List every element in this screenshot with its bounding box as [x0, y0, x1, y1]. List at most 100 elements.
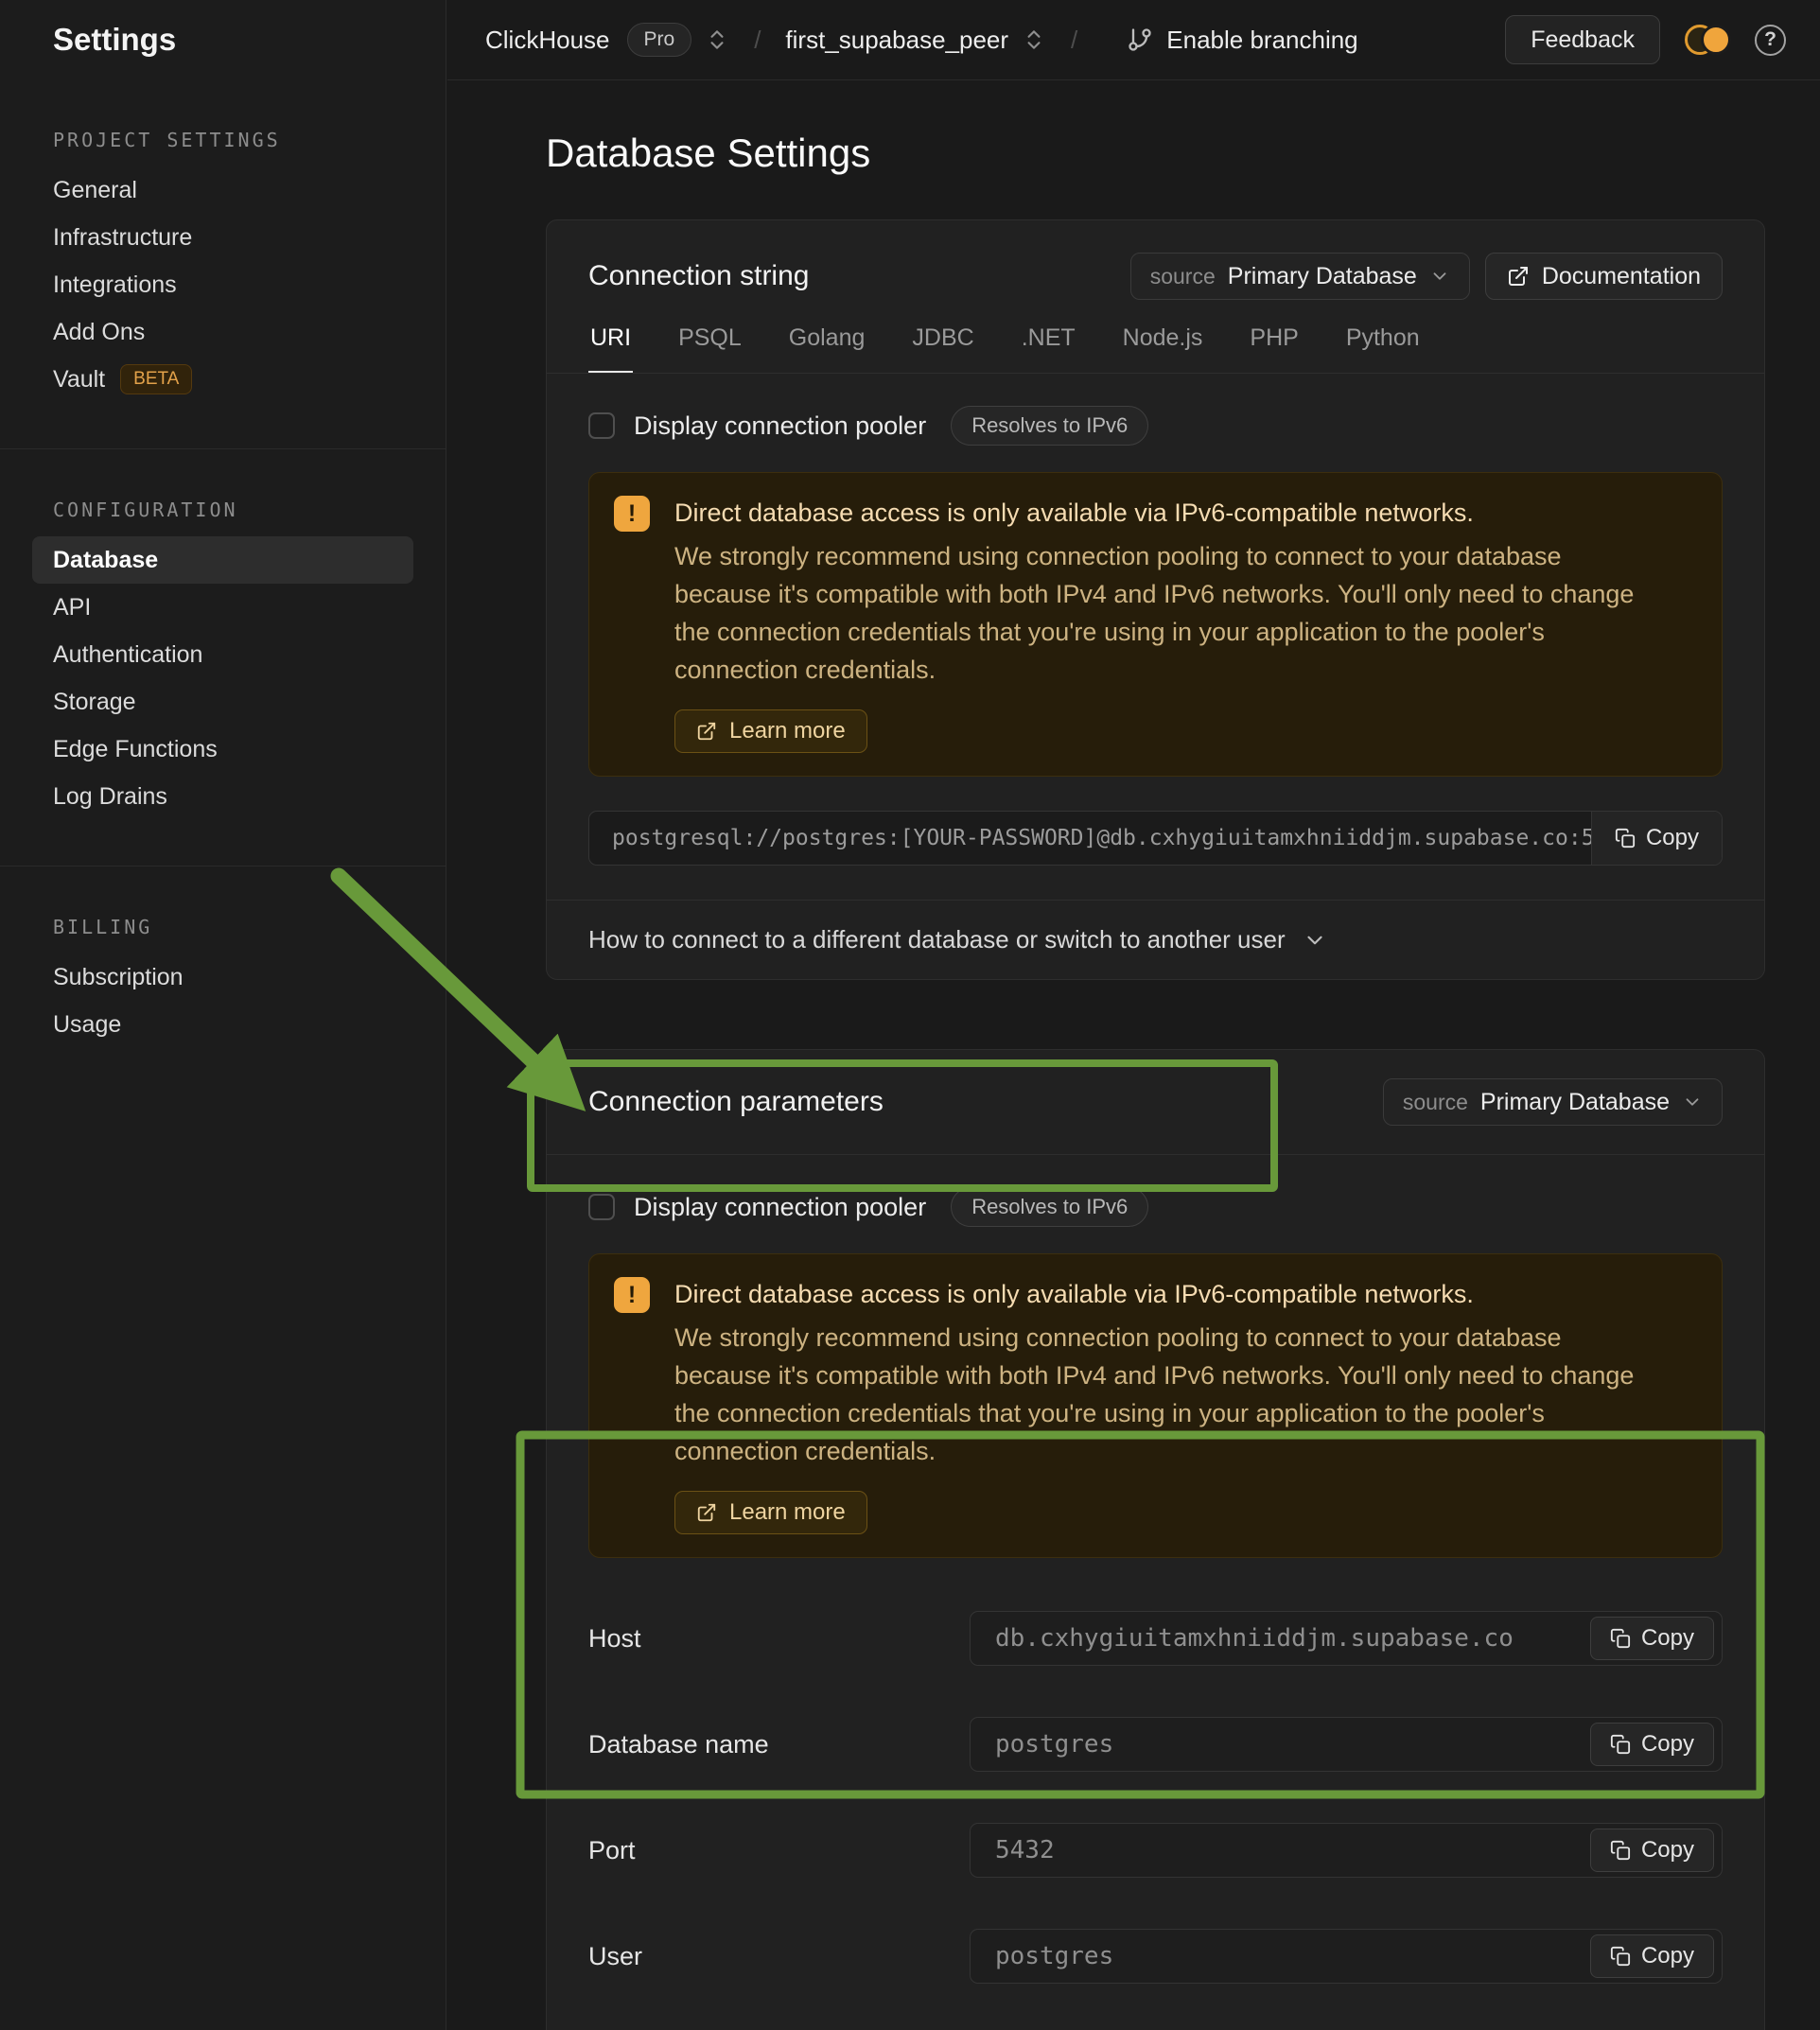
learn-more-label: Learn more: [729, 718, 846, 744]
sidebar-item-subscription[interactable]: Subscription: [32, 954, 413, 1001]
feedback-button[interactable]: Feedback: [1505, 15, 1660, 64]
project-breadcrumb[interactable]: first_supabase_peer: [785, 26, 1008, 55]
tab-dotnet[interactable]: .NET: [1020, 324, 1077, 373]
source-label: source: [1150, 264, 1216, 289]
sidebar-item-integrations[interactable]: Integrations: [32, 261, 413, 308]
sidebar-item-label: Database: [53, 547, 158, 574]
connection-string-tabs: URI PSQL Golang JDBC .NET Node.js PHP Py…: [588, 324, 1723, 373]
sidebar-item-edge-functions[interactable]: Edge Functions: [32, 726, 413, 773]
tab-golang[interactable]: Golang: [787, 324, 867, 373]
org-breadcrumb[interactable]: ClickHouse: [485, 26, 610, 55]
notice-title: Direct database access is only available…: [674, 496, 1649, 530]
learn-more-button[interactable]: Learn more: [674, 709, 867, 753]
display-connection-pooler-checkbox[interactable]: [588, 412, 615, 439]
copy-port-button[interactable]: Copy: [1590, 1829, 1714, 1872]
copy-database-name-button[interactable]: Copy: [1590, 1723, 1714, 1766]
alert-icon: !: [614, 496, 650, 532]
sidebar-item-label: Authentication: [53, 641, 202, 669]
source-value: Primary Database: [1228, 263, 1417, 290]
connection-string-header: Connection string source Primary Databas…: [547, 220, 1764, 374]
connection-parameters-header: Connection parameters source Primary Dat…: [547, 1050, 1764, 1155]
source-label: source: [1403, 1090, 1468, 1115]
sidebar-item-authentication[interactable]: Authentication: [32, 631, 413, 678]
copy-icon: [1610, 1628, 1631, 1649]
sidebar-item-infrastructure[interactable]: Infrastructure: [32, 214, 413, 261]
enable-branching-button[interactable]: Enable branching: [1166, 26, 1357, 55]
display-connection-pooler-checkbox[interactable]: [588, 1194, 615, 1220]
param-row-host: Host db.cxhygiuitamxhniiddjm.supabase.co…: [588, 1611, 1723, 1666]
tab-jdbc[interactable]: JDBC: [910, 324, 975, 373]
documentation-button[interactable]: Documentation: [1485, 253, 1723, 300]
sidebar-item-api[interactable]: API: [32, 584, 413, 631]
org-avatar[interactable]: [1685, 19, 1730, 61]
sidebar-item-database[interactable]: Database: [32, 536, 413, 584]
sidebar-item-label: General: [53, 177, 137, 204]
copy-icon: [1615, 828, 1636, 849]
sidebar-item-add-ons[interactable]: Add Ons: [32, 308, 413, 356]
connect-help-label: How to connect to a different database o…: [588, 925, 1286, 954]
sidebar-item-storage[interactable]: Storage: [32, 678, 413, 726]
ipv6-badge: Resolves to IPv6: [951, 406, 1148, 446]
sidebar-title: Settings: [0, 0, 446, 79]
ipv6-warning-notice: ! Direct database access is only availab…: [588, 472, 1723, 777]
chevrons-up-down-icon[interactable]: [1022, 27, 1046, 52]
sidebar-item-label: Edge Functions: [53, 736, 218, 763]
connection-parameters-card: Connection parameters source Primary Dat…: [546, 1049, 1765, 2030]
copy-label: Copy: [1641, 1625, 1694, 1652]
host-field[interactable]: db.cxhygiuitamxhniiddjm.supabase.co Copy: [970, 1611, 1723, 1666]
sidebar-item-general[interactable]: General: [32, 166, 413, 214]
param-row-user: User postgres Copy: [588, 1929, 1723, 1984]
ipv6-warning-notice: ! Direct database access is only availab…: [588, 1253, 1723, 1558]
sidebar-item-log-drains[interactable]: Log Drains: [32, 773, 413, 820]
pooler-toggle-row: Display connection pooler Resolves to IP…: [588, 406, 1723, 446]
connection-uri-value: postgresql://postgres:[YOUR-PASSWORD]@db…: [589, 812, 1722, 865]
copy-icon: [1610, 1734, 1631, 1755]
section-heading-project-settings: PROJECT SETTINGS: [53, 129, 393, 151]
tab-psql[interactable]: PSQL: [676, 324, 744, 373]
settings-sidebar: Settings PROJECT SETTINGS General Infras…: [0, 0, 446, 2030]
app-window: Settings PROJECT SETTINGS General Infras…: [0, 0, 1820, 2030]
breadcrumb-separator: /: [754, 26, 761, 55]
sidebar-item-label: Subscription: [53, 964, 184, 991]
sidebar-item-label: Add Ons: [53, 319, 145, 346]
header-actions: Feedback ?: [1505, 15, 1786, 64]
sidebar-item-vault[interactable]: Vault BETA: [32, 356, 413, 403]
sidebar-item-label: Log Drains: [53, 783, 167, 811]
section-heading-billing: BILLING: [53, 916, 393, 938]
database-name-field[interactable]: postgres Copy: [970, 1717, 1723, 1772]
source-select[interactable]: source Primary Database: [1383, 1078, 1723, 1126]
tab-php[interactable]: PHP: [1248, 324, 1300, 373]
sidebar-item-usage[interactable]: Usage: [32, 1001, 413, 1048]
connection-string-card: Connection string source Primary Databas…: [546, 219, 1765, 980]
section-heading-configuration: CONFIGURATION: [53, 499, 393, 521]
notice-title: Direct database access is only available…: [674, 1277, 1649, 1311]
copy-label: Copy: [1641, 1731, 1694, 1758]
sidebar-item-label: Integrations: [53, 271, 177, 299]
tab-python[interactable]: Python: [1344, 324, 1422, 373]
copy-uri-button[interactable]: Copy: [1591, 812, 1722, 865]
alert-icon: !: [614, 1277, 650, 1313]
help-icon[interactable]: ?: [1755, 25, 1786, 56]
source-select[interactable]: source Primary Database: [1130, 253, 1470, 300]
param-label: Database name: [588, 1730, 970, 1759]
chevrons-up-down-icon[interactable]: [705, 27, 729, 52]
port-field[interactable]: 5432 Copy: [970, 1823, 1723, 1878]
main-content: Database Settings Connection string sour…: [447, 81, 1820, 2030]
card-title: Connection string: [588, 257, 809, 295]
learn-more-button[interactable]: Learn more: [674, 1491, 867, 1534]
user-field[interactable]: postgres Copy: [970, 1929, 1723, 1984]
sidebar-item-label: Storage: [53, 689, 136, 716]
connect-help-toggle[interactable]: How to connect to a different database o…: [547, 900, 1764, 979]
sidebar-item-label: Infrastructure: [53, 224, 192, 252]
tab-uri[interactable]: URI: [588, 324, 633, 373]
chevron-down-icon: [1429, 266, 1450, 287]
card-title: Connection parameters: [588, 1083, 884, 1121]
tab-nodejs[interactable]: Node.js: [1121, 324, 1205, 373]
param-label: Port: [588, 1836, 970, 1865]
plan-badge: Pro: [627, 23, 692, 57]
copy-user-button[interactable]: Copy: [1590, 1934, 1714, 1978]
connection-uri-field[interactable]: postgresql://postgres:[YOUR-PASSWORD]@db…: [588, 811, 1723, 866]
copy-host-button[interactable]: Copy: [1590, 1617, 1714, 1660]
pooler-label: Display connection pooler: [634, 411, 926, 441]
notice-body: We strongly recommend using connection p…: [674, 1319, 1649, 1470]
